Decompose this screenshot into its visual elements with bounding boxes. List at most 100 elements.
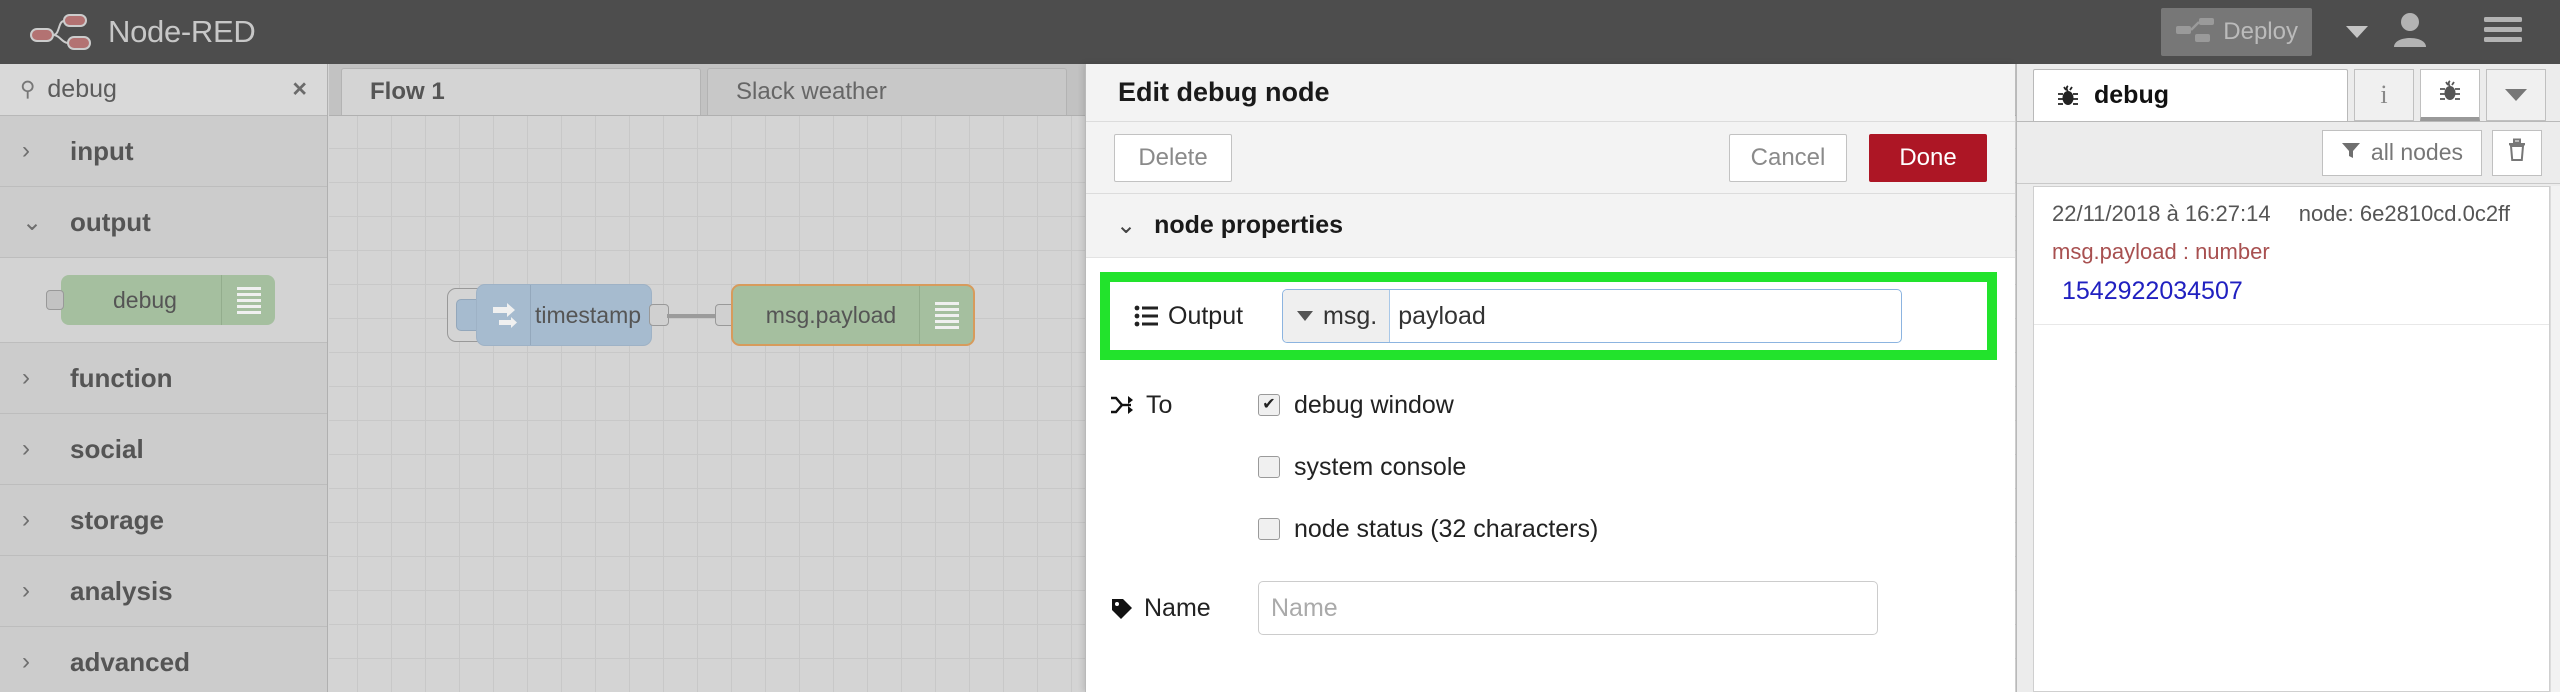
tag-icon bbox=[1110, 597, 1134, 619]
deploy-node-icon bbox=[2175, 17, 2217, 48]
user-account-icon[interactable] bbox=[2392, 11, 2428, 54]
dialog-button-bar: Delete Cancel Done bbox=[1086, 122, 2015, 194]
palette-category-analysis[interactable]: › analysis bbox=[0, 556, 327, 627]
debug-panel-button[interactable] bbox=[2420, 69, 2480, 121]
to-label: To bbox=[1146, 391, 1172, 420]
info-icon: i bbox=[2380, 80, 2387, 110]
checkbox-debug-window[interactable] bbox=[1258, 394, 1280, 416]
edit-node-dialog: Edit debug node Delete Cancel Done ⌄ nod… bbox=[1085, 64, 2015, 692]
name-input[interactable]: Name bbox=[1258, 581, 1878, 635]
tab-debug[interactable]: debug bbox=[2033, 69, 2348, 121]
palette-category-label: output bbox=[70, 207, 151, 238]
palette-category-advanced[interactable]: › advanced bbox=[0, 627, 327, 692]
palette-category-input[interactable]: › input bbox=[0, 116, 327, 187]
name-row: Name Name bbox=[1086, 578, 2015, 638]
shuffle-icon bbox=[1110, 394, 1136, 416]
tab-label: Slack weather bbox=[736, 78, 887, 106]
cancel-button[interactable]: Cancel bbox=[1729, 134, 1847, 182]
search-input[interactable]: debug bbox=[47, 75, 292, 104]
debug-message-list[interactable]: 22/11/2018 à 16:27:14 node: 6e2810cd.0c2… bbox=[2033, 186, 2550, 692]
flow-node-msg-payload[interactable]: msg.payload bbox=[731, 284, 975, 346]
debug-bars-icon bbox=[221, 275, 275, 325]
palette-sidebar: ⚲ debug × › input ⌄ output debug bbox=[0, 64, 328, 692]
node-output-port[interactable] bbox=[649, 304, 669, 326]
debug-bars-icon bbox=[919, 286, 973, 344]
search-icon: ⚲ bbox=[20, 77, 35, 102]
sidebar-more-button[interactable] bbox=[2486, 69, 2546, 121]
filter-icon bbox=[2341, 139, 2361, 166]
msg-type-label: msg. bbox=[1323, 302, 1377, 331]
node-properties-form: Output msg. payload bbox=[1086, 272, 2015, 638]
checkbox-system-console[interactable] bbox=[1258, 456, 1280, 478]
debug-message-topic: msg.payload : number bbox=[2052, 239, 2531, 265]
deploy-button[interactable]: Deploy bbox=[2161, 8, 2312, 56]
output-property-value[interactable]: payload bbox=[1390, 290, 1901, 342]
palette-category-output[interactable]: ⌄ output bbox=[0, 187, 327, 258]
palette-category-label: input bbox=[70, 136, 134, 167]
app-title: Node-RED bbox=[108, 14, 255, 50]
msg-type-selector[interactable]: msg. bbox=[1283, 290, 1390, 342]
checkbox-label: node status (32 characters) bbox=[1294, 515, 1598, 544]
flow-node-label: timestamp bbox=[531, 302, 651, 329]
trash-icon bbox=[2506, 138, 2528, 167]
chevron-down-icon[interactable] bbox=[2346, 26, 2368, 38]
clear-debug-button[interactable] bbox=[2492, 130, 2542, 176]
bug-icon bbox=[2056, 84, 2080, 108]
done-button[interactable]: Done bbox=[1869, 134, 1987, 182]
filter-all-nodes-button[interactable]: all nodes bbox=[2322, 130, 2482, 176]
node-red-logo-icon bbox=[30, 13, 92, 51]
debug-timestamp: 22/11/2018 à 16:27:14 bbox=[2052, 201, 2271, 226]
palette-category-label: social bbox=[70, 434, 144, 465]
brand: Node-RED bbox=[30, 13, 255, 51]
tab-label: Flow 1 bbox=[370, 78, 445, 106]
deploy-label: Deploy bbox=[2217, 18, 2312, 46]
list-icon bbox=[1134, 305, 1158, 327]
flow-node-timestamp[interactable]: timestamp bbox=[476, 284, 652, 346]
bug-icon bbox=[2438, 79, 2462, 108]
chevron-right-icon: › bbox=[22, 506, 48, 534]
header-actions: Deploy bbox=[2161, 0, 2560, 64]
palette-category-label: advanced bbox=[70, 647, 190, 678]
palette-output-group: debug bbox=[0, 258, 327, 343]
delete-button[interactable]: Delete bbox=[1114, 134, 1232, 182]
output-row: Output msg. payload bbox=[1110, 286, 1987, 346]
tab-flow-1[interactable]: Flow 1 bbox=[341, 68, 701, 115]
debug-scrollbar[interactable] bbox=[2550, 186, 2560, 692]
chevron-down-icon bbox=[1297, 311, 1313, 321]
chevron-right-icon: › bbox=[22, 577, 48, 605]
tab-slack-weather[interactable]: Slack weather bbox=[707, 68, 1067, 115]
palette-category-storage[interactable]: › storage bbox=[0, 485, 327, 556]
output-row-highlight: Output msg. payload bbox=[1100, 272, 1997, 360]
debug-node-id: node: 6e2810cd.0c2ff bbox=[2299, 201, 2510, 226]
name-label: Name bbox=[1144, 594, 1211, 623]
checkbox-label: debug window bbox=[1294, 391, 1454, 420]
checkbox-label: system console bbox=[1294, 453, 1466, 482]
palette-search-bar[interactable]: ⚲ debug × bbox=[0, 64, 327, 116]
to-row-debug-window: To debug window bbox=[1086, 374, 2015, 436]
chevron-down-icon: ⌄ bbox=[1116, 211, 1136, 240]
info-button[interactable]: i bbox=[2354, 69, 2414, 121]
chevron-right-icon: › bbox=[22, 137, 48, 165]
output-label: Output bbox=[1168, 302, 1243, 331]
flow-node-label: msg.payload bbox=[733, 302, 919, 329]
palette-category-label: analysis bbox=[70, 576, 173, 607]
palette-node-debug[interactable]: debug bbox=[0, 275, 327, 325]
debug-message[interactable]: 22/11/2018 à 16:27:14 node: 6e2810cd.0c2… bbox=[2034, 187, 2549, 325]
palette-node-label: debug bbox=[61, 287, 221, 314]
to-row-system-console: system console bbox=[1086, 436, 2015, 498]
debug-message-value: 1542922034507 bbox=[2052, 277, 2531, 306]
close-icon[interactable]: × bbox=[292, 75, 307, 104]
output-property-input[interactable]: msg. payload bbox=[1282, 289, 1902, 343]
palette-category-social[interactable]: › social bbox=[0, 414, 327, 485]
palette-category-function[interactable]: › function bbox=[0, 343, 327, 414]
to-label-group: To bbox=[1110, 391, 1258, 420]
inject-arrow-icon bbox=[477, 285, 531, 345]
chevron-down-icon: ⌄ bbox=[22, 208, 48, 237]
chevron-right-icon: › bbox=[22, 648, 48, 676]
palette-node-body[interactable]: debug bbox=[61, 275, 275, 325]
sidebar-tabbar: debug i bbox=[2017, 64, 2560, 122]
hamburger-menu-icon[interactable] bbox=[2484, 16, 2522, 49]
checkbox-node-status[interactable] bbox=[1258, 518, 1280, 540]
debug-message-meta: 22/11/2018 à 16:27:14 node: 6e2810cd.0c2… bbox=[2052, 201, 2531, 227]
node-properties-section-header[interactable]: ⌄ node properties bbox=[1086, 194, 2015, 258]
